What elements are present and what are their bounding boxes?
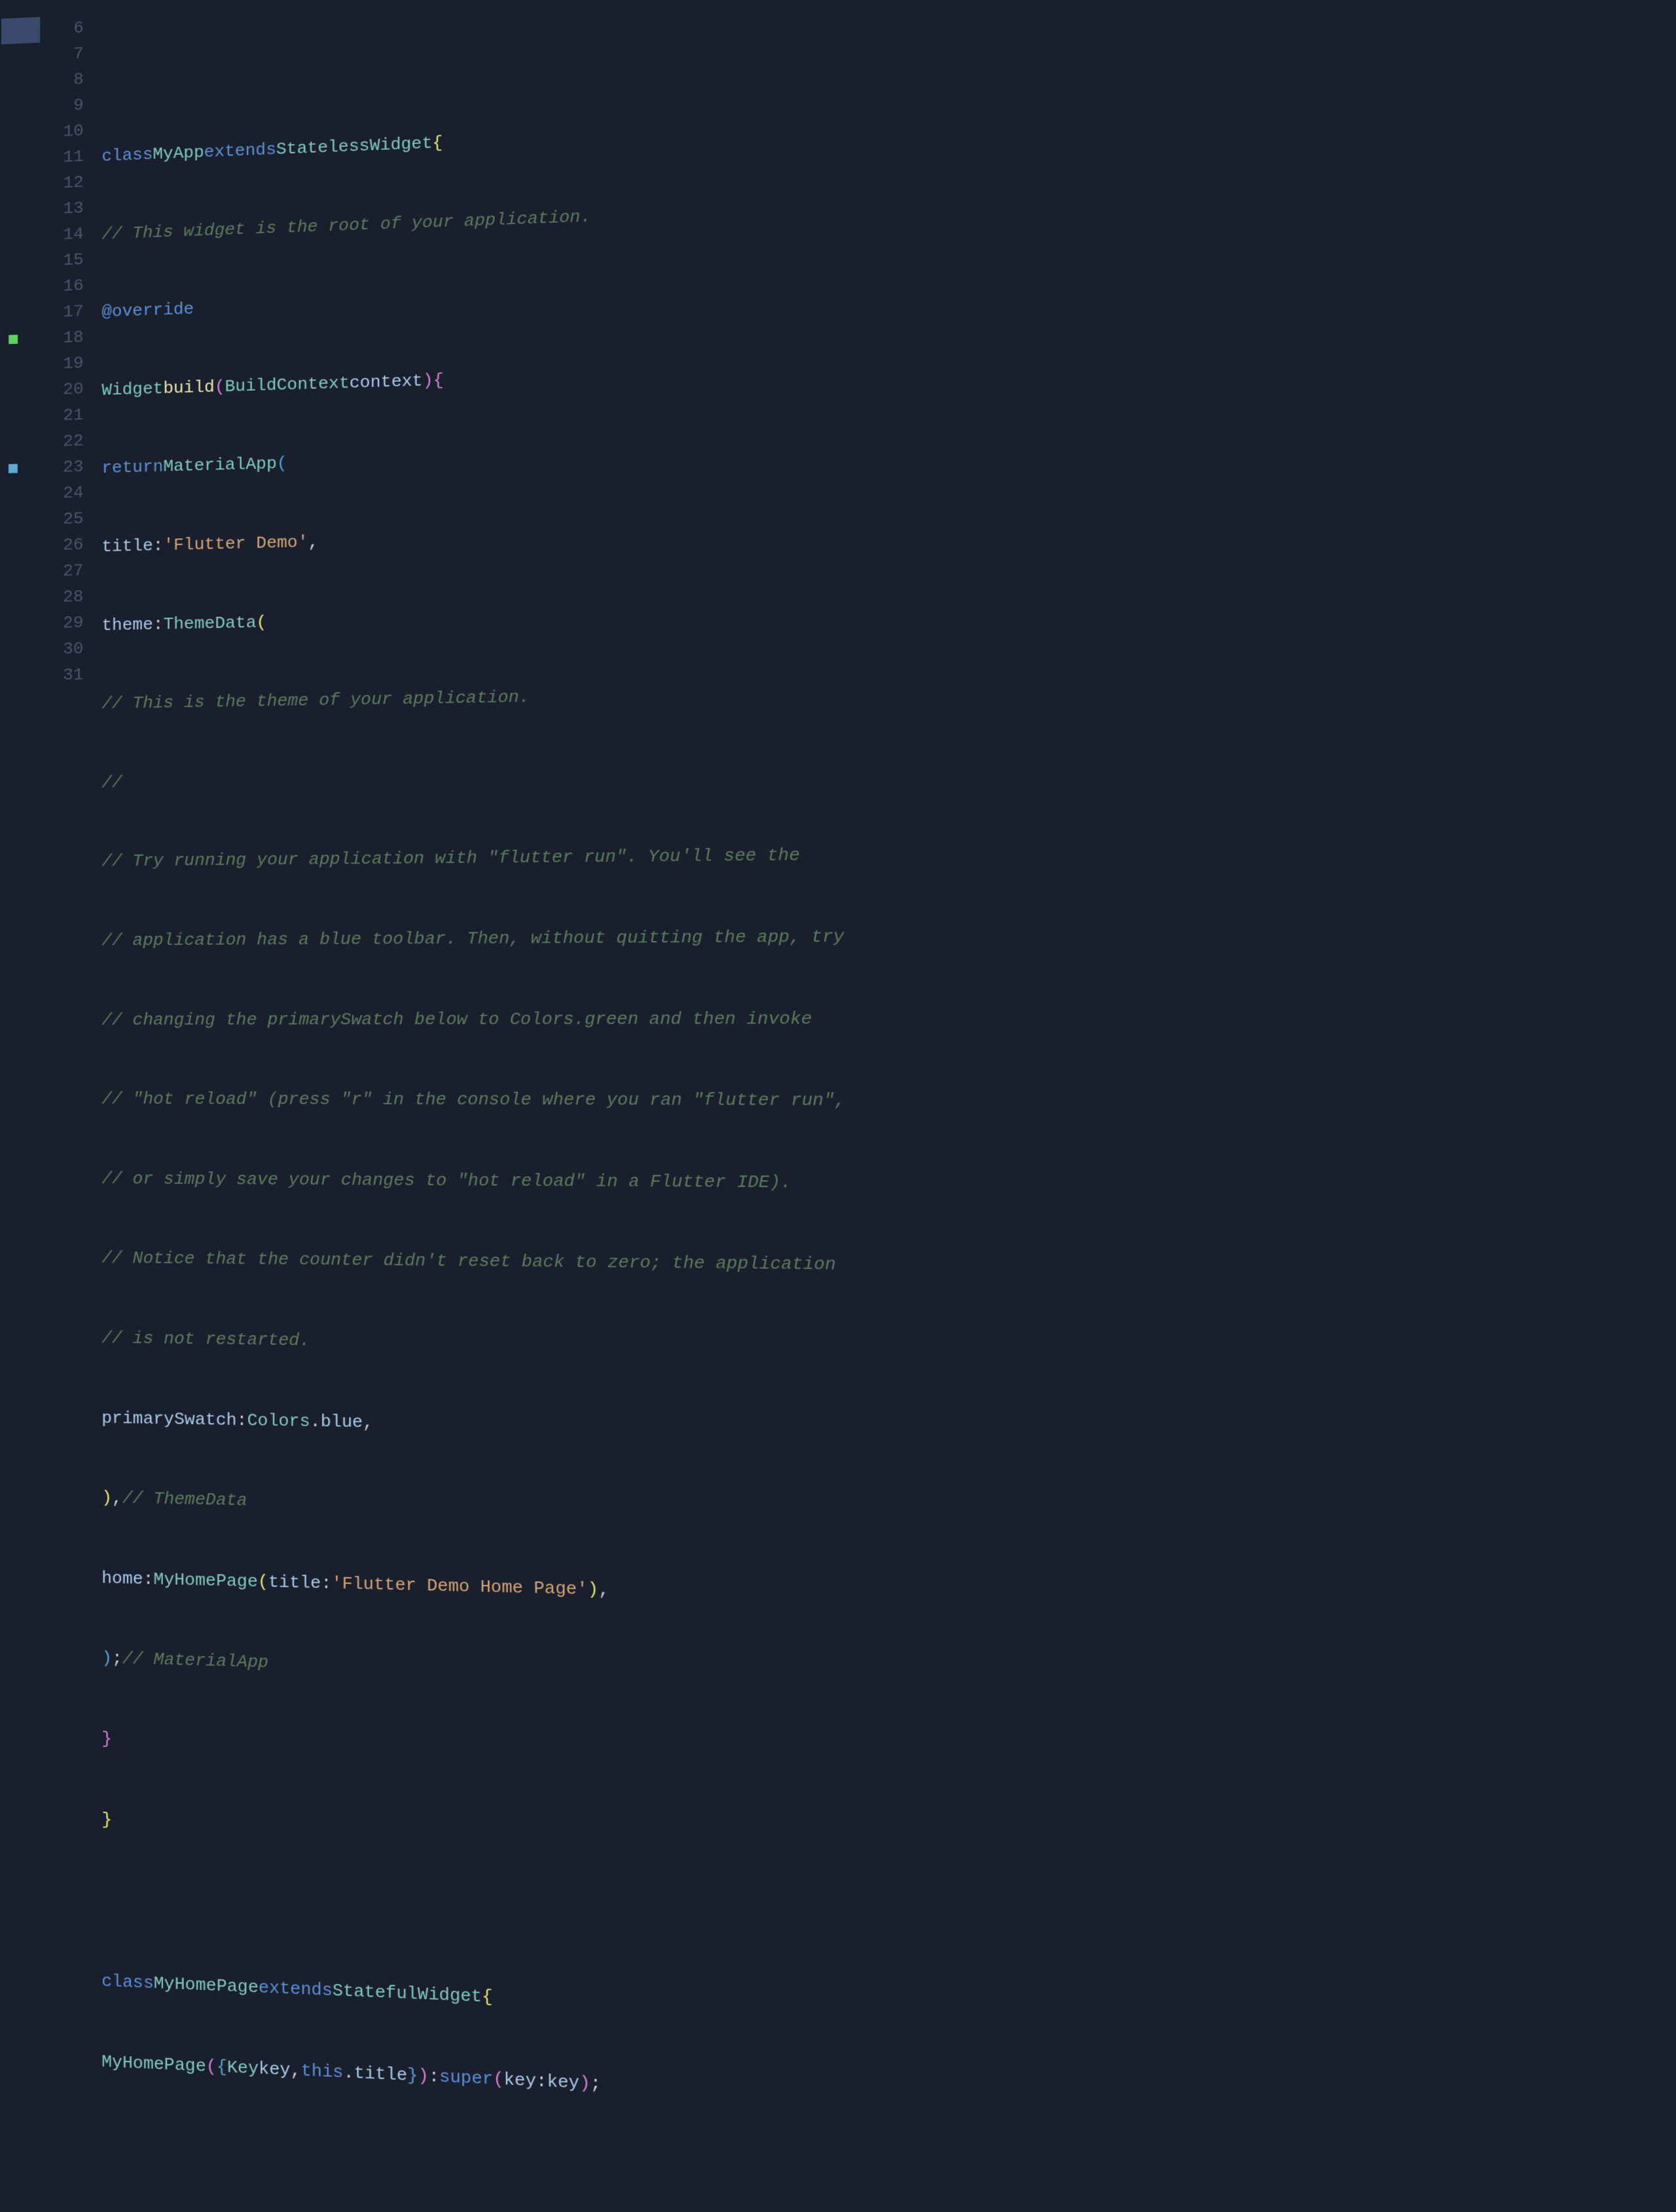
code-content[interactable]: class MyApp extends StatelessWidget { //… — [101, 0, 1676, 2212]
line-number: 12 — [1, 170, 84, 198]
code-line[interactable]: home: MyHomePage(title: 'Flutter Demo Ho… — [101, 1565, 1676, 1632]
line-number: 14 — [1, 221, 83, 249]
line-number: 26 — [1, 532, 83, 559]
code-line[interactable]: // application has a blue toolbar. Then,… — [101, 918, 1676, 954]
line-number: 29 — [1, 610, 84, 637]
code-line[interactable]: ); // MaterialApp — [101, 1645, 1676, 1718]
code-line[interactable]: @override — [101, 243, 1676, 325]
code-line[interactable]: Widget build(BuildContext context) { — [101, 327, 1676, 403]
code-line[interactable]: // is not restarted. — [101, 1325, 1676, 1374]
code-line[interactable]: primarySwatch: Colors.blue, — [101, 1405, 1676, 1460]
line-number: 11 — [1, 143, 84, 172]
code-line[interactable]: // This is the theme of your application… — [101, 663, 1676, 717]
line-number: 6 — [1, 15, 84, 45]
line-number: 31 — [1, 662, 84, 690]
code-line[interactable]: // or simply save your changes to "hot r… — [101, 1166, 1676, 1202]
code-line[interactable]: return MaterialApp( — [101, 411, 1676, 481]
gutter-marker-icon[interactable] — [9, 464, 18, 473]
code-line[interactable]: class MyApp extends StatelessWidget { — [101, 75, 1676, 169]
line-number: 17 — [1, 299, 83, 327]
line-number: 15 — [1, 247, 83, 276]
code-line[interactable]: // This widget is the root of your appli… — [101, 159, 1676, 248]
code-line[interactable]: MyHomePage({Key key, this.title}) : supe… — [101, 2048, 1676, 2153]
line-number: 9 — [1, 92, 84, 122]
line-number: 30 — [1, 636, 84, 663]
line-number: 13 — [1, 195, 84, 224]
code-line[interactable]: // Try running your application with "fl… — [101, 833, 1676, 875]
line-number: 27 — [1, 558, 84, 585]
line-number: 18 — [1, 324, 83, 352]
code-line[interactable]: // Notice that the counter didn't reset … — [101, 1245, 1676, 1287]
code-line[interactable] — [101, 1887, 1676, 1979]
code-line[interactable] — [101, 0, 1676, 92]
code-line[interactable]: ), // ThemeData — [101, 1484, 1676, 1545]
line-number: 16 — [1, 272, 83, 301]
line-number: 25 — [1, 506, 83, 534]
code-line[interactable]: title: 'Flutter Demo', — [101, 494, 1676, 560]
gutter-marker-icon[interactable] — [9, 335, 18, 344]
code-line[interactable]: // — [101, 748, 1676, 796]
line-number: 10 — [1, 118, 84, 147]
line-number: 7 — [1, 41, 84, 70]
line-number: 24 — [1, 480, 83, 508]
line-number: 8 — [1, 66, 84, 96]
line-number: 21 — [1, 402, 83, 430]
code-line[interactable]: } — [101, 1725, 1676, 1805]
code-line[interactable]: // changing the primarySwatch below to C… — [101, 1003, 1676, 1033]
code-line[interactable]: class MyHomePage extends StatefulWidget … — [101, 1968, 1676, 2066]
line-number: 19 — [1, 350, 83, 378]
code-line[interactable]: } — [101, 1806, 1676, 1892]
line-number: 22 — [1, 428, 83, 456]
line-number: 20 — [1, 376, 83, 404]
code-editor[interactable]: 6 7 8 9 10 11 12 13 14 15 16 17 18 19 20… — [0, 0, 1676, 2212]
line-gutter: 6 7 8 9 10 11 12 13 14 15 16 17 18 19 20… — [0, 14, 101, 2130]
code-line[interactable]: theme: ThemeData( — [101, 579, 1676, 638]
line-number: 28 — [1, 583, 84, 611]
line-number: 23 — [1, 454, 83, 482]
code-line[interactable]: // "hot reload" (press "r" in the consol… — [101, 1086, 1676, 1117]
